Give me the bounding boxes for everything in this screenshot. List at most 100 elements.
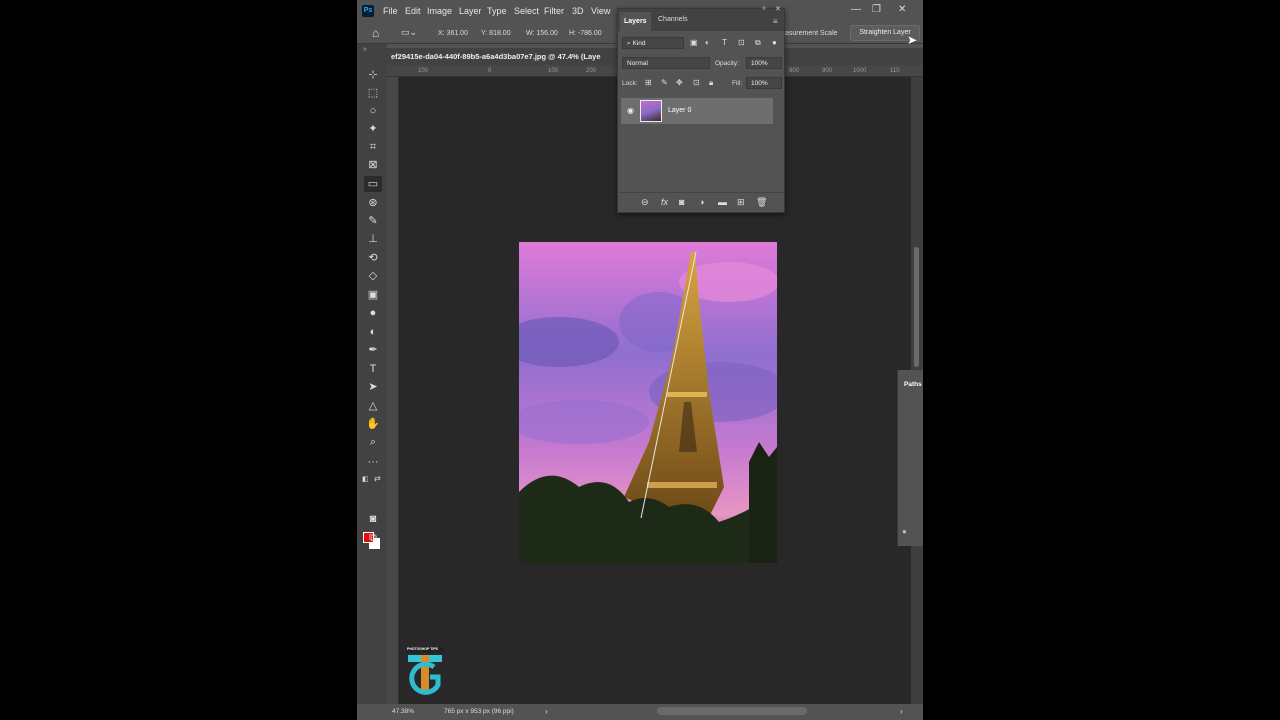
channel-logo: PHOTOSHOP TIPS TG [404, 645, 446, 697]
scroll-right-icon[interactable]: › [900, 707, 903, 716]
brush-tool-icon[interactable]: ✎ [364, 213, 382, 229]
quick-mask-icon[interactable]: ◙ [364, 511, 382, 527]
path-selection-icon[interactable]: ➤ [364, 379, 382, 395]
ruler-tick: 800 [789, 68, 800, 74]
close-panel-icon[interactable]: ✕ [775, 5, 781, 13]
ruler-tool-preset-icon[interactable]: ▭⌄ [401, 27, 417, 38]
type-filter-icon[interactable]: T [722, 38, 727, 47]
menu-file[interactable]: File [383, 6, 398, 16]
frame-tool-icon[interactable]: ⊠ [364, 157, 382, 173]
zoom-level[interactable]: 47.38% [392, 708, 414, 715]
x-readout: X: 361.00 [438, 30, 468, 37]
fx-icon[interactable]: fx [661, 197, 668, 207]
ruler-tick: 200 [586, 68, 597, 74]
blend-mode-select[interactable]: Normal [622, 57, 710, 69]
shape-tool-icon[interactable]: △ [364, 398, 382, 414]
tab-layers[interactable]: Layers [620, 12, 651, 31]
layer-thumbnail [640, 100, 662, 122]
pen-tool-icon[interactable]: ✒ [364, 342, 382, 358]
home-icon[interactable]: ⌂ [372, 26, 379, 40]
clone-stamp-icon[interactable]: ⊥ [364, 231, 382, 247]
marquee-tool-icon[interactable]: ⬚ [364, 85, 382, 101]
measurement-scale-button[interactable]: asurement Scale [785, 30, 838, 37]
filter-kind-select[interactable]: ⌕ Kind [622, 37, 684, 49]
filter-toggle-icon[interactable]: ● [772, 38, 777, 47]
layer-name[interactable]: Layer 0 [668, 107, 691, 114]
swap-colors-icon[interactable]: ⇄ [374, 474, 381, 483]
layers-panel-footer: ⊖ fx ◙ ◑ ▬ ⊞ 🗑︎ [618, 192, 784, 212]
menu-select[interactable]: Select [514, 6, 539, 16]
minimize-button[interactable]: — [851, 4, 861, 15]
healing-brush-icon[interactable]: ⊛ [364, 195, 382, 211]
move-tool-icon[interactable]: ⊹ [364, 67, 382, 83]
document-info: 765 px x 953 px (96 ppi) [444, 708, 514, 715]
menu-type[interactable]: Type [487, 6, 507, 16]
default-colors-icon[interactable]: ◧ [362, 475, 369, 483]
ruler-tick: 110 [890, 68, 900, 74]
smart-object-filter-icon[interactable]: ⧉ [755, 38, 761, 48]
lock-all-icon[interactable]: 🔒︎ [709, 78, 713, 88]
panel-menu-icon[interactable]: ≡ [773, 17, 778, 26]
menu-layer[interactable]: Layer [459, 6, 482, 16]
logo-subtitle: PHOTOSHOP TIPS [407, 647, 438, 651]
layer-mask-icon[interactable]: ◙ [679, 197, 684, 207]
photoshop-logo-icon: Ps [362, 5, 374, 17]
fill-input[interactable]: 100% [746, 77, 782, 89]
eiffel-tower-photo [519, 242, 777, 563]
dodge-tool-icon[interactable]: ◐ [364, 324, 382, 340]
adjustment-layer-icon[interactable]: ◑ [699, 197, 704, 207]
paths-tab[interactable]: Paths [904, 381, 922, 388]
eraser-tool-icon[interactable]: ◇ [364, 268, 382, 284]
lock-transparent-icon[interactable]: ⊞ [645, 78, 652, 87]
history-brush-icon[interactable]: ⟲ [364, 250, 382, 266]
tab-channels[interactable]: Channels [658, 16, 688, 23]
w-readout: W: 156.00 [526, 30, 558, 37]
menu-view[interactable]: View [591, 6, 610, 16]
paths-fill-icon[interactable]: ● [902, 527, 907, 536]
hand-tool-icon[interactable]: ✋ [364, 416, 382, 432]
vertical-scroll-thumb[interactable] [914, 247, 919, 367]
filter-kind-label: Kind [632, 40, 646, 47]
shape-filter-icon[interactable]: ⊡ [738, 38, 745, 47]
blur-tool-icon[interactable]: ● [364, 305, 382, 321]
more-tools-icon[interactable]: ··· [364, 454, 382, 470]
gradient-tool-icon[interactable]: ▣ [364, 287, 382, 303]
collapse-icon[interactable]: » [363, 46, 367, 53]
adjustment-filter-icon[interactable]: ◐ [705, 38, 710, 47]
lock-position-icon[interactable]: ✥ [676, 78, 683, 87]
menu-3d[interactable]: 3D [572, 6, 584, 16]
screen-mode-icon[interactable]: ⧉ [364, 530, 382, 546]
new-group-icon[interactable]: ▬ [718, 197, 727, 207]
menu-edit[interactable]: Edit [405, 6, 421, 16]
collapse-panel-icon[interactable]: « [762, 5, 766, 12]
lock-label: Lock: [622, 80, 638, 87]
pixel-filter-icon[interactable]: ▣ [690, 38, 698, 47]
close-button[interactable]: ✕ [898, 4, 906, 15]
layers-panel: Layers Channels « ✕ ≡ ⌕ Kind ▣ ◐ T ⊡ ⧉ ●… [617, 5, 785, 213]
h-readout: H: -786.00 [569, 30, 602, 37]
new-layer-icon[interactable]: ⊞ [737, 197, 745, 208]
lock-image-icon[interactable]: ✎ [661, 78, 668, 87]
horizontal-scroll-thumb[interactable] [657, 707, 807, 715]
type-tool-icon[interactable]: T [364, 361, 382, 377]
document-tab[interactable]: ef29415e-da04-440f-89b5-a6a4d3ba07e7.jpg… [391, 52, 601, 61]
visibility-eye-icon[interactable]: ◉ [627, 106, 634, 115]
link-layers-icon[interactable]: ⊖ [641, 197, 649, 208]
menu-filter[interactable]: Filter [544, 6, 564, 16]
photo-image [519, 242, 777, 563]
chevron-right-icon[interactable]: › [545, 707, 548, 716]
opacity-label: Opacity: [715, 60, 739, 67]
ruler-tool-icon[interactable]: ▭ [364, 176, 382, 192]
layer-row[interactable]: ◉ Layer 0 [621, 98, 773, 124]
opacity-input[interactable]: 100% [746, 57, 782, 69]
delete-layer-icon[interactable]: 🗑︎ [756, 197, 767, 208]
crop-tool-icon[interactable]: ⌗ [364, 139, 382, 155]
zoom-tool-icon[interactable]: ⌕ [364, 434, 382, 450]
paths-panel: Paths ● [897, 370, 923, 546]
magic-wand-icon[interactable]: ✦ [364, 121, 382, 137]
lock-artboard-icon[interactable]: ⊡ [693, 78, 700, 87]
menu-image[interactable]: Image [427, 6, 452, 16]
lasso-tool-icon[interactable]: ○ [364, 103, 382, 119]
restore-button[interactable]: ❐ [872, 4, 881, 15]
logo-text: TG [404, 665, 405, 666]
